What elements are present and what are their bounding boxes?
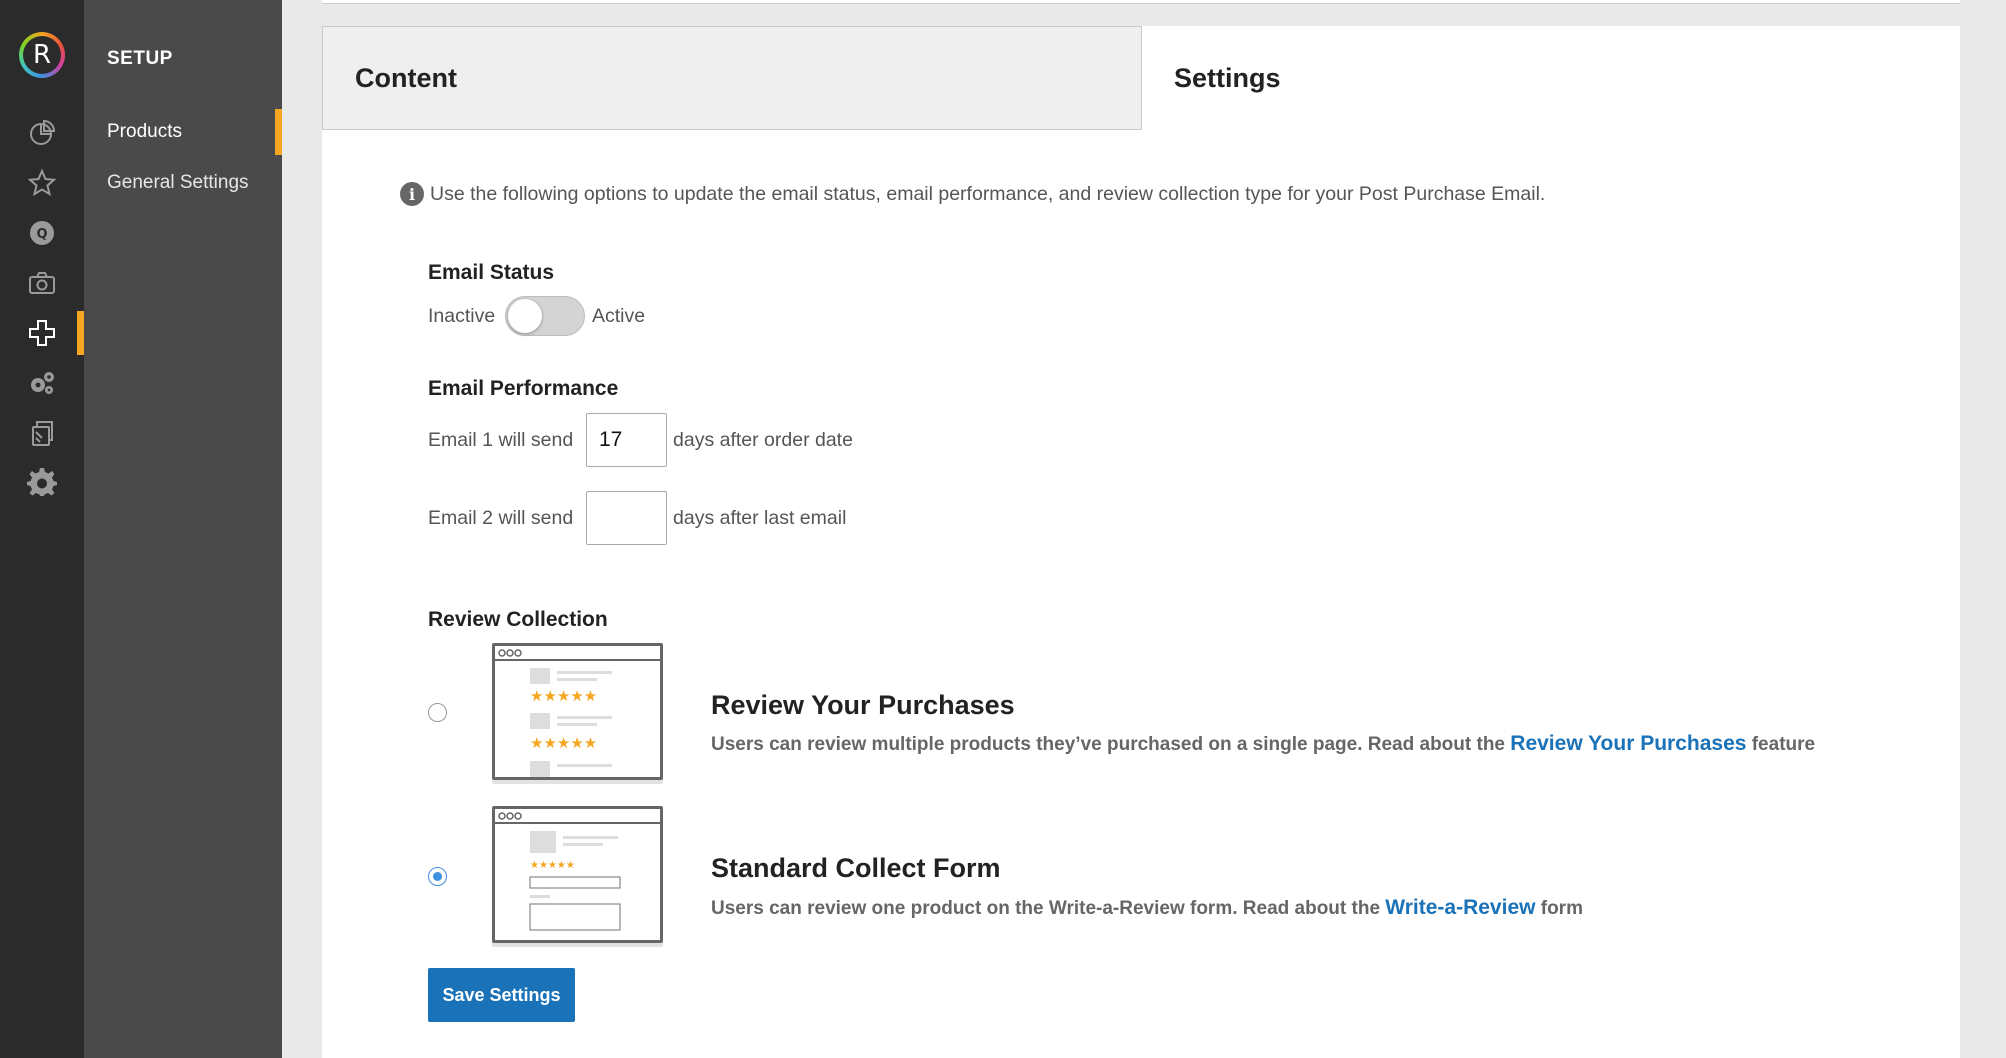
sidebar-item-products[interactable]: Products — [84, 109, 282, 155]
review-your-purchases-title: Review Your Purchases — [711, 690, 1015, 720]
top-strip — [322, 0, 1960, 4]
logo-icon[interactable]: R — [19, 32, 65, 78]
email-status-title: Email Status — [428, 261, 555, 284]
sidebar-title: SETUP — [107, 48, 173, 69]
star-icon[interactable] — [0, 161, 84, 205]
svg-text:★★★★★: ★★★★★ — [530, 687, 597, 705]
standard-collect-form-radio[interactable] — [428, 867, 447, 886]
tab-content[interactable]: Content — [322, 26, 1142, 130]
info-icon: i — [400, 182, 424, 206]
review-your-purchases-preview: ★★★★★ ★★★★★ — [492, 643, 663, 780]
svg-text:★★★★★: ★★★★★ — [530, 860, 575, 871]
desc-text: Users can review one product on the Writ… — [711, 898, 1381, 919]
tab-label: Settings — [1174, 62, 1281, 93]
desc-text: Users can review multiple products they’… — [711, 734, 1505, 755]
review-your-purchases-radio[interactable] — [428, 703, 447, 722]
main-panel: Content Settings i Use the following opt… — [322, 26, 1960, 1058]
multi-review-illustration: ★★★★★ ★★★★★ — [495, 649, 660, 777]
pages-icon[interactable] — [0, 411, 84, 455]
q-badge-icon[interactable]: Q — [0, 211, 84, 255]
standard-collect-form-preview: ★★★★★ — [492, 806, 663, 943]
email1-suffix: days after order date — [673, 429, 853, 451]
tab-settings[interactable]: Settings — [1142, 26, 1960, 130]
camera-icon[interactable] — [0, 261, 84, 305]
sidebar-item-label: General Settings — [107, 172, 249, 193]
active-label: Active — [592, 305, 646, 327]
toggle-knob — [508, 299, 542, 333]
svg-text:★★★★★: ★★★★★ — [530, 734, 597, 752]
desc-text: form — [1540, 898, 1583, 919]
puzzle-plus-icon[interactable] — [0, 311, 84, 355]
setup-sidebar: SETUP Products General Settings — [84, 0, 282, 1058]
icon-rail: R Q — [0, 0, 84, 1058]
logo-letter: R — [23, 36, 61, 74]
single-review-illustration: ★★★★★ — [495, 812, 660, 931]
email2-suffix: days after last email — [673, 507, 847, 529]
tab-label: Content — [355, 62, 457, 93]
sidebar-item-general-settings[interactable]: General Settings — [84, 160, 282, 206]
email1-prefix: Email 1 will send — [428, 429, 574, 451]
desc-text: feature — [1751, 734, 1816, 755]
review-your-purchases-link[interactable]: Review Your Purchases — [1510, 732, 1746, 755]
standard-collect-form-desc: Users can review one product on the Writ… — [711, 896, 1583, 920]
email-performance-title: Email Performance — [428, 377, 619, 400]
email2-days-input[interactable] — [586, 491, 667, 545]
info-text: Use the following options to update the … — [430, 182, 1546, 205]
gears-icon[interactable] — [0, 361, 84, 405]
email2-prefix: Email 2 will send — [428, 507, 574, 529]
review-your-purchases-desc: Users can review multiple products they’… — [711, 732, 1815, 756]
review-collection-title: Review Collection — [428, 608, 608, 631]
info-message: i Use the following options to update th… — [400, 182, 1545, 206]
svg-text:Q: Q — [36, 227, 47, 242]
write-a-review-link[interactable]: Write-a-Review — [1385, 896, 1535, 919]
email-status-toggle[interactable] — [505, 296, 585, 336]
standard-collect-form-title: Standard Collect Form — [711, 853, 1001, 883]
sidebar-item-label: Products — [107, 121, 182, 142]
save-settings-button[interactable]: Save Settings — [428, 968, 575, 1022]
pie-chart-icon[interactable] — [0, 111, 84, 155]
gear-icon[interactable] — [0, 461, 84, 505]
email1-days-input[interactable] — [586, 413, 667, 467]
inactive-label: Inactive — [428, 305, 496, 327]
